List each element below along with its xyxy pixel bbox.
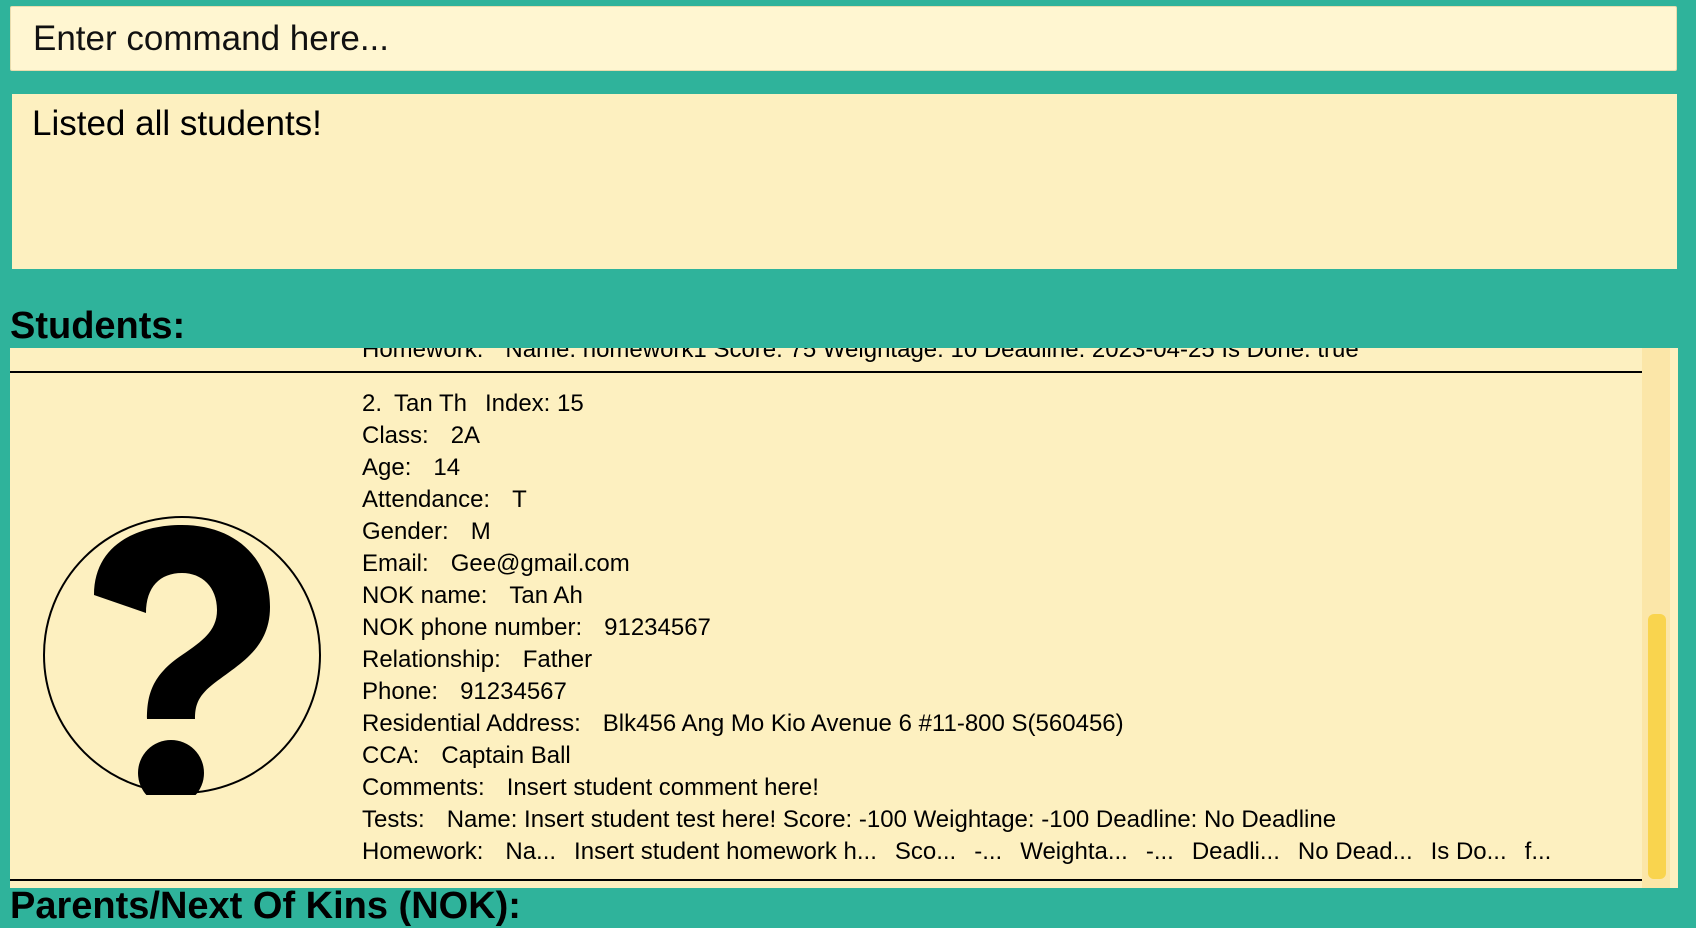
field-email: Email: Gee@gmail.com — [362, 548, 1551, 580]
scrollbar[interactable] — [1642, 348, 1670, 888]
question-mark-icon — [43, 516, 321, 806]
field-homework: Homework: Na... Insert student homework h.… — [362, 836, 1551, 868]
field-value: 14 — [433, 454, 461, 481]
field-label: Phone: — [362, 678, 439, 705]
field-comments: Comments: Insert student comment here! — [362, 772, 1551, 804]
field-value: M — [470, 518, 491, 545]
homework-done-label: Is Do... — [1430, 838, 1507, 865]
field-relationship: Relationship: Father — [362, 644, 1551, 676]
student-name: Tan Th — [394, 390, 467, 417]
field-gender: Gender: M — [362, 516, 1551, 548]
homework-value: Name: homework1 Score: 75 Weightage: 10 … — [505, 348, 1359, 363]
field-label: Gender: — [362, 518, 449, 545]
field-attendance: Attendance: T — [362, 484, 1551, 516]
field-tests: Tests: Name: Insert student test here! Sc… — [362, 804, 1551, 836]
field-value: T — [512, 486, 527, 513]
field-nok-phone: NOK phone number: 91234567 — [362, 612, 1551, 644]
field-value: Father — [522, 646, 593, 673]
homework-name-label: Na... — [505, 838, 557, 865]
field-label: Attendance: — [362, 486, 491, 513]
students-title: Students: — [10, 305, 186, 347]
result-display: Listed all students! — [12, 94, 1677, 269]
avatar — [42, 515, 322, 806]
field-value: Blk456 Ang Mo Kio Avenue 6 #11-800 S(560… — [602, 710, 1124, 737]
field-label: Class: — [362, 422, 429, 449]
index-label: Index: — [484, 390, 551, 417]
previous-homework-line: Homework: Name: homework1 Score: 75 Weigh… — [362, 348, 1359, 366]
nok-section-title: Parents/Next Of Kins (NOK): — [10, 885, 521, 927]
field-label: Age: — [362, 454, 412, 481]
student-header: 2. Tan Th Index: 15 — [362, 388, 1551, 420]
field-label: Homework: — [362, 838, 484, 865]
field-age: Age: 14 — [362, 452, 1551, 484]
homework-weightage-value: -... — [1145, 838, 1174, 865]
field-value: 2A — [450, 422, 481, 449]
field-value: Insert student comment here! — [506, 774, 819, 801]
index-value: 15 — [557, 390, 584, 417]
command-input[interactable] — [11, 7, 1676, 70]
homework-name-value: Insert student homework h... — [574, 838, 877, 865]
field-value: Tan Ah — [509, 582, 583, 609]
field-phone: Phone: 91234567 — [362, 676, 1551, 708]
homework-done-value: f... — [1524, 838, 1552, 865]
field-value: 91234567 — [460, 678, 567, 705]
student-details: 2. Tan Th Index: 15 Class: 2A Age: 14 Attend… — [362, 388, 1551, 868]
homework-score-value: -... — [974, 838, 1003, 865]
homework-deadline-value: No Dead... — [1297, 838, 1413, 865]
homework-deadline-label: Deadli... — [1191, 838, 1280, 865]
field-nok-name: NOK name: Tan Ah — [362, 580, 1551, 612]
field-class: Class: 2A — [362, 420, 1551, 452]
result-text: Listed all students! — [32, 104, 322, 143]
field-label: NOK phone number: — [362, 614, 583, 641]
field-label: Email: — [362, 550, 429, 577]
field-value: Name: Insert student test here! Score: -… — [446, 806, 1337, 833]
field-label: CCA: — [362, 742, 420, 769]
student-list[interactable]: Homework: Name: homework1 Score: 75 Weigh… — [10, 348, 1678, 888]
command-box[interactable] — [10, 6, 1677, 71]
field-value: Gee@gmail.com — [450, 550, 630, 577]
field-label: Tests: — [362, 806, 425, 833]
homework-score-label: Sco... — [894, 838, 957, 865]
field-address: Residential Address: Blk456 Ang Mo Kio Av… — [362, 708, 1551, 740]
field-label: Comments: — [362, 774, 485, 801]
field-value: 91234567 — [604, 614, 711, 641]
student-card[interactable]: 2. Tan Th Index: 15 Class: 2A Age: 14 Attend… — [10, 373, 1647, 881]
homework-label: Homework: — [362, 348, 484, 363]
field-value: Captain Ball — [441, 742, 571, 769]
field-label: Residential Address: — [362, 710, 581, 737]
student-number: 2. — [362, 390, 383, 417]
scrollbar-thumb[interactable] — [1648, 614, 1666, 879]
field-cca: CCA: Captain Ball — [362, 740, 1551, 772]
field-label: NOK name: — [362, 582, 488, 609]
field-label: Relationship: — [362, 646, 501, 673]
homework-weightage-label: Weighta... — [1020, 838, 1128, 865]
list-item[interactable]: Homework: Name: homework1 Score: 75 Weigh… — [10, 348, 1647, 373]
